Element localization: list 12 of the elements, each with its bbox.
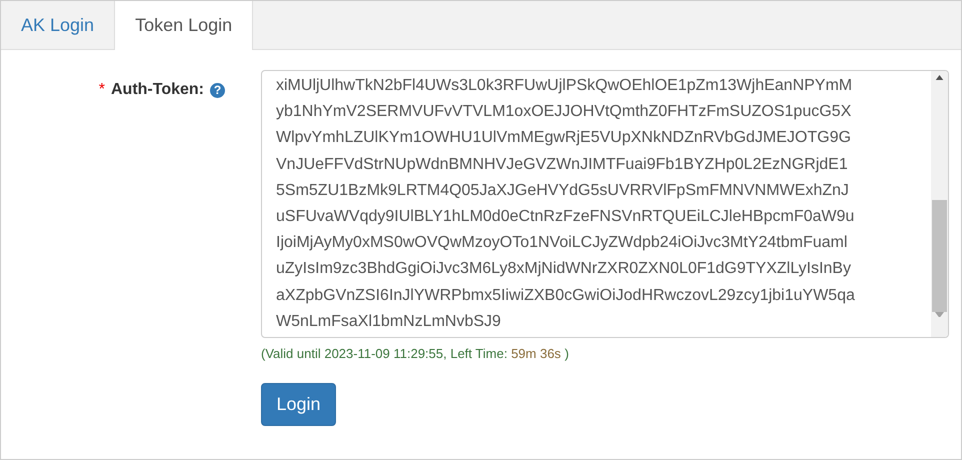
token-text: xiMUljUlhwTkN2bFl4UWs3L0k3RFUwUjlPSkQwOEhlOE1pZm13WjhEanNPYmM yb1NhYmV2SERMVUFvVTVLM1oxOEJJOHVtQmthZ0FHTzFmSUZOS1pucG5X WlpvYmhLZUlKYm1OWHU1UlVmMEgwRjE5VUpXNkNDZnRVbGdJMEJOTG9G VnJUeFFVdStrNUpWdnBMNHVJeGVZWnJIMTFuai9Fb1BYZHp0L2EzNGRjdE1 5Sm5ZU1BzMk9LRTM4Q05JaXJGeHVYdG5sUVRRVlFpSmFMNVNMWExhZnJ uSFUvaWVqdy9IUlBLY1hLM0d0eCtnRzFzeFNSVnRTQUEiLCJleHBpcmF0aW9u IjoiMjAyMy0xMS0wOVQwMzoyOTo1NVoiLCJyZWdpb24iOiJvc3MtY24tbmFuaml uZyIsIm9zc3BhdGgiOiJvc3M6Ly8xMjNidWNrZXR0ZXN0L0F1dG9TYXZlLyIsInBy aXZpbGVnZSI6InJlYWRPbmx5IiwiZXB0cGwiOiJodHRwczovL29zcy1jbi1uYW5qa W5nLmFsaXl1bmNzLmNvbSJ9 xyxy=(275,76,856,332)
required-mark: * xyxy=(98,81,105,99)
help-icon[interactable]: ? xyxy=(210,82,225,98)
scrollbar[interactable] xyxy=(931,71,948,337)
login-button[interactable]: Login xyxy=(261,383,336,426)
field-label: Auth-Token: xyxy=(110,81,204,99)
token-textarea[interactable] xyxy=(261,70,949,338)
tab[interactable]: Token Login xyxy=(114,1,254,50)
tab[interactable]: AK Login xyxy=(1,1,114,49)
scroll-up-icon[interactable] xyxy=(935,75,944,80)
validity-text: (Valid until 2023-11-09 11:29:55, Left Time: 59m 36s ) xyxy=(261,346,570,361)
scroll-thumb[interactable] xyxy=(932,200,947,312)
